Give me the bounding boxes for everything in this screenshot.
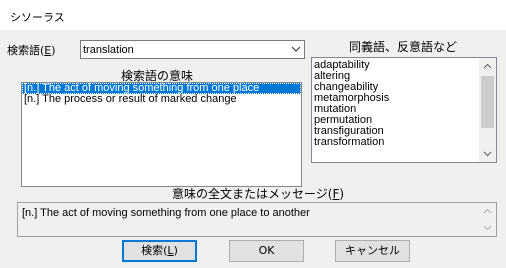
full-text-value: [n.] The act of moving something from on…	[22, 207, 310, 219]
full-text-box[interactable]: [n.] The act of moving something from on…	[17, 202, 497, 237]
search-button[interactable]: 検索(L)	[122, 240, 197, 262]
search-button-label-end: )	[173, 244, 178, 257]
meanings-list[interactable]: [n.] The act of moving something from on…	[21, 82, 302, 187]
meaning-item[interactable]: [n.] The process or result of marked cha…	[22, 94, 301, 105]
search-word-label-text: 検索語(	[7, 44, 45, 57]
full-text-scrollbar[interactable]	[479, 203, 496, 236]
cancel-button[interactable]: キャンセル	[335, 240, 410, 262]
title-bar: シソーラス	[0, 0, 506, 30]
thesaurus-dialog: 検索語(E) 同義語、反意語など 検索語の意味 [n.] The act of …	[0, 30, 506, 268]
full-text-label-end: )	[339, 187, 345, 201]
chevron-down-icon[interactable]	[291, 44, 301, 54]
search-word-label: 検索語(E)	[7, 42, 56, 58]
synonym-item[interactable]: transformation	[312, 137, 496, 148]
chevron-up-icon[interactable]	[479, 203, 496, 220]
search-button-label: 検索(	[141, 244, 168, 257]
chevron-down-icon[interactable]	[479, 219, 496, 236]
chevron-up-icon[interactable]	[479, 58, 496, 75]
synonyms-heading: 同義語、反意語など	[349, 40, 458, 54]
synonyms-scrollbar[interactable]	[479, 58, 496, 162]
search-word-label-end: )	[51, 44, 56, 57]
search-word-input[interactable]	[83, 42, 283, 57]
full-text-label-text: 意味の全文またはメッセージ(	[172, 187, 333, 201]
full-text-label: 意味の全文またはメッセージ(F)	[172, 185, 344, 202]
synonyms-list[interactable]: adaptability altering changeability meta…	[311, 57, 497, 163]
scrollbar-thumb[interactable]	[481, 76, 494, 128]
chevron-down-icon[interactable]	[479, 145, 496, 162]
search-word-combobox[interactable]	[80, 40, 305, 59]
window-title: シソーラス	[10, 11, 65, 24]
ok-button[interactable]: OK	[229, 240, 304, 262]
